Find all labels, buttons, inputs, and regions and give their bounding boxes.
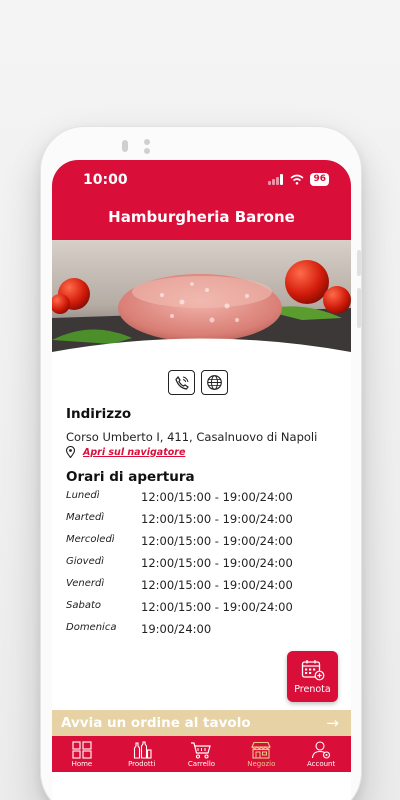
order-bar-label: Avvia un ordine al tavolo [61, 715, 251, 731]
navigator-link-label[interactable]: Apri sul navigatore [83, 447, 185, 458]
page-title: Hamburgheria Barone [108, 208, 295, 226]
tab-label: Prodotti [128, 759, 156, 768]
bottles-icon [133, 740, 152, 759]
day-label: Domenica [66, 622, 117, 633]
hours-row: Mercoledì 12:00/15:00 - 19:00/24:00 [66, 534, 336, 556]
open-navigator-link[interactable]: Apri sul navigatore [66, 446, 185, 458]
hours-row: Domenica 19:00/24:00 [66, 622, 336, 644]
wifi-icon [290, 174, 304, 185]
time-range: 12:00/15:00 - 19:00/24:00 [141, 556, 293, 570]
hours-table: Lunedì 12:00/15:00 - 19:00/24:00 Martedì 1… [66, 490, 336, 644]
hours-heading: Orari di apertura [66, 469, 195, 485]
hours-row: Venerdì 12:00/15:00 - 19:00/24:00 [66, 578, 336, 600]
volume-button [357, 288, 361, 328]
phone-bottom-bezel [52, 772, 351, 800]
time-range: 12:00/15:00 - 19:00/24:00 [141, 512, 293, 526]
camera-icon [122, 140, 128, 152]
volume-button [357, 250, 361, 276]
bottom-tab-bar: Home Prodotti Carrello Negozio Account [52, 736, 351, 772]
app-screen: 10:00 96 Hamburgheria Barone Indirizzo C… [52, 160, 351, 772]
tab-store[interactable]: Negozio [231, 736, 291, 772]
start-table-order-bar[interactable]: Avvia un ordine al tavolo → [52, 710, 351, 736]
tab-label: Home [71, 759, 93, 768]
time-range: 12:00/15:00 - 19:00/24:00 [141, 578, 293, 592]
cart-icon [191, 741, 212, 759]
tab-cart[interactable]: Carrello [172, 736, 232, 772]
day-label: Mercoledì [66, 534, 115, 545]
status-time: 10:00 [83, 172, 128, 188]
sensor-icon [144, 148, 150, 154]
store-icon [251, 741, 272, 759]
hours-row: Giovedì 12:00/15:00 - 19:00/24:00 [66, 556, 336, 578]
arrow-right-icon: → [326, 714, 339, 732]
calendar-add-icon [301, 659, 324, 680]
tab-label: Account [306, 759, 336, 768]
hours-row: Sabato 12:00/15:00 - 19:00/24:00 [66, 600, 336, 622]
account-icon [312, 740, 331, 759]
time-range: 12:00/15:00 - 19:00/24:00 [141, 600, 293, 614]
tab-label: Carrello [187, 759, 216, 768]
map-pin-icon [66, 446, 75, 458]
home-grid-icon [72, 740, 92, 759]
day-label: Martedì [66, 512, 105, 523]
day-label: Giovedì [66, 556, 104, 567]
prenota-label: Prenota [294, 683, 331, 695]
status-icons: 96 [268, 173, 329, 186]
tab-label: Negozio [247, 759, 276, 768]
time-range: 19:00/24:00 [141, 622, 212, 636]
address-heading: Indirizzo [66, 406, 132, 422]
time-range: 12:00/15:00 - 19:00/24:00 [141, 490, 293, 504]
prenota-button[interactable]: Prenota [287, 651, 338, 702]
day-label: Sabato [66, 600, 101, 611]
sensor-icon [144, 139, 150, 145]
address-text: Corso Umberto I, 411, Casalnuovo di Napo… [66, 430, 318, 444]
hero-image [52, 240, 351, 358]
tab-account[interactable]: Account [291, 736, 351, 772]
globe-icon[interactable] [201, 370, 228, 395]
contact-icons [168, 370, 228, 395]
day-label: Lunedì [66, 490, 100, 501]
hours-row: Martedì 12:00/15:00 - 19:00/24:00 [66, 512, 336, 534]
phone-icon[interactable] [168, 370, 195, 395]
hours-row: Lunedì 12:00/15:00 - 19:00/24:00 [66, 490, 336, 512]
tab-products[interactable]: Prodotti [112, 736, 172, 772]
app-header: 10:00 96 Hamburgheria Barone [52, 160, 351, 242]
day-label: Venerdì [66, 578, 105, 589]
battery-indicator: 96 [310, 173, 329, 186]
time-range: 12:00/15:00 - 19:00/24:00 [141, 534, 293, 548]
tab-home[interactable]: Home [52, 736, 112, 772]
signal-icon [268, 174, 284, 185]
